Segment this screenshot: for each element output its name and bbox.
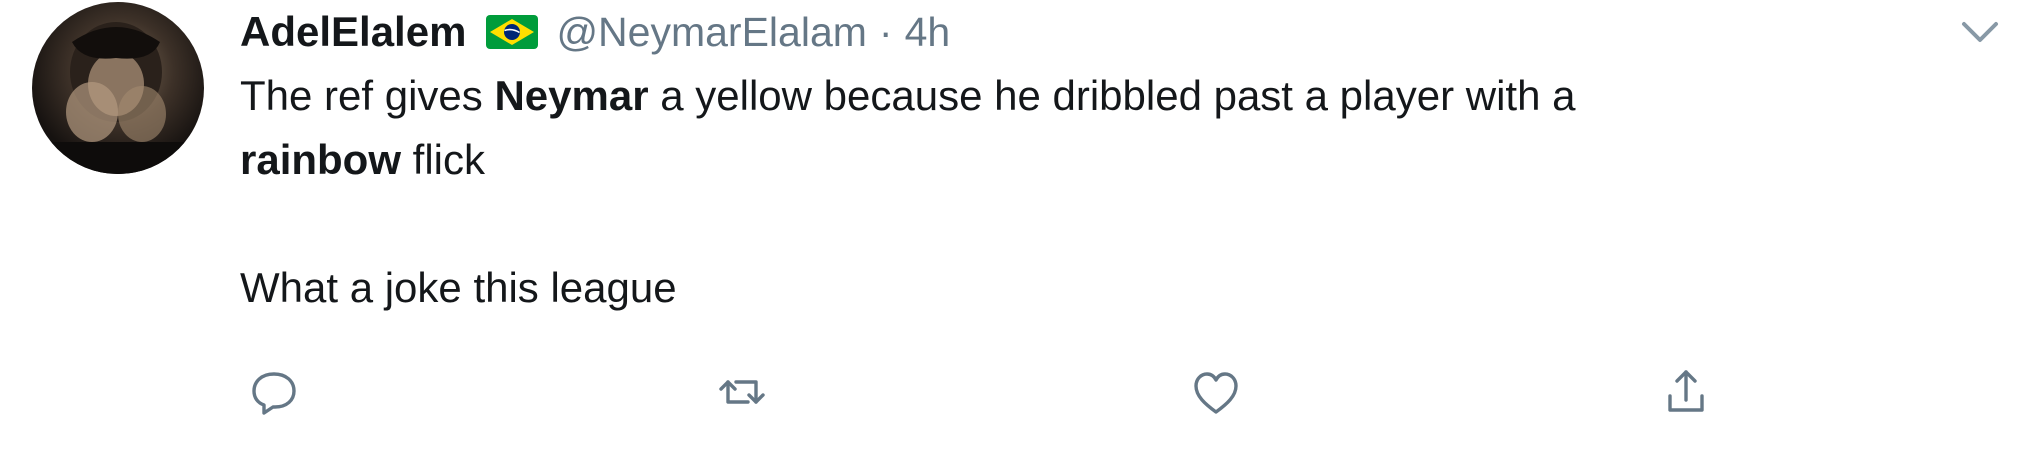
tweet-text-bold: rainbow	[240, 136, 402, 183]
retweet-icon[interactable]	[712, 362, 772, 422]
tweet-text: The ref gives Neymar a yellow because he…	[240, 64, 1960, 320]
tweet-text-line-3: What a joke this league	[240, 264, 677, 311]
timestamp[interactable]: 4h	[905, 9, 951, 56]
avatar[interactable]	[32, 2, 204, 174]
tweet-actions	[0, 362, 2022, 426]
tweet-text-segment: a yellow because he dribbled past a play…	[648, 72, 1576, 119]
avatar-image	[52, 22, 184, 174]
reply-icon[interactable]	[244, 362, 304, 422]
tweet-text-line-1: The ref gives Neymar a yellow because he…	[240, 64, 1960, 128]
brazil-flag-icon	[486, 15, 539, 49]
tweet-text-line-2: rainbow flick	[240, 128, 1960, 192]
tweet-card[interactable]: AdelElalem @NeymarElalam · 4h The ref gi…	[0, 0, 2022, 450]
tweet-text-bold: Neymar	[494, 72, 649, 119]
tweet-text-segment: The ref gives	[240, 72, 495, 119]
tweet-header: AdelElalem @NeymarElalam · 4h	[240, 2, 950, 62]
chevron-down-icon[interactable]	[1958, 16, 2002, 48]
like-icon[interactable]	[1186, 362, 1246, 422]
handle[interactable]: @NeymarElalam	[556, 9, 866, 56]
display-name[interactable]: AdelElalem	[240, 8, 466, 56]
separator-dot: ·	[878, 8, 893, 55]
tweet-text-segment: flick	[401, 136, 486, 183]
share-icon[interactable]	[1656, 362, 1716, 422]
